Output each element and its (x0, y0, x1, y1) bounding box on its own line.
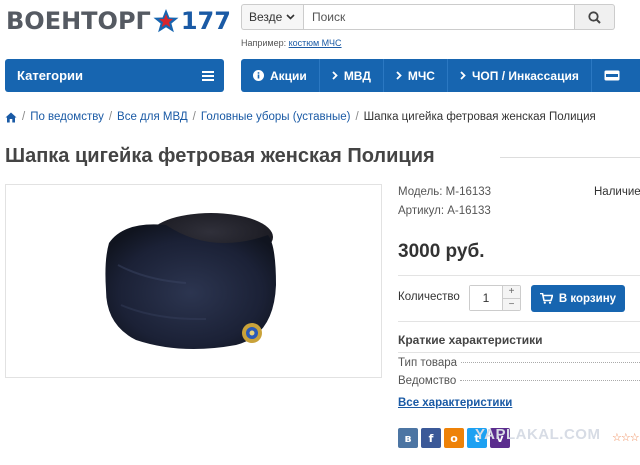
cart-icon (539, 293, 553, 304)
product-image-panel[interactable] (5, 184, 382, 378)
menu-label: МВД (343, 68, 371, 83)
menu-label: МЧС (407, 68, 435, 83)
main-menu: Акции МВД МЧС ЧОП / Инкассация (241, 59, 640, 92)
dotted-leader (461, 362, 640, 363)
characteristic-row: Тип товара (398, 357, 640, 369)
menu-item-chop[interactable]: ЧОП / Инкассация (448, 59, 592, 92)
divider (398, 352, 640, 353)
vk-icon[interactable]: в (398, 428, 418, 448)
breadcrumb-link[interactable]: По ведомству (30, 111, 104, 123)
logo-text: ВОЕНТОРГ (6, 7, 151, 35)
divider (398, 275, 640, 276)
characteristics-title: Краткие характеристики (398, 333, 543, 347)
hint-prefix: Например: (241, 38, 287, 48)
quantity-input[interactable] (470, 286, 502, 310)
home-icon[interactable] (5, 112, 17, 123)
categories-label: Категории (17, 68, 84, 83)
breadcrumb: / По ведомству / Все для МВД / Головные … (5, 111, 596, 123)
characteristic-row: Ведомство (398, 375, 640, 387)
logo-number: 177 (180, 7, 231, 35)
breadcrumb-separator: / (192, 111, 196, 123)
rating-stars: ☆☆☆ (612, 432, 640, 444)
product-image (105, 213, 276, 349)
cart-label: В корзину (558, 292, 617, 305)
dotted-leader (460, 380, 640, 381)
search-bar: Везде (241, 4, 615, 30)
all-characteristics-link[interactable]: Все характеристики (398, 397, 512, 409)
chevron-right-icon (460, 71, 466, 80)
search-icon (588, 10, 601, 24)
menu-item-mchs[interactable]: МЧС (384, 59, 448, 92)
breadcrumb-separator: / (355, 111, 359, 123)
menu-label: Акции (270, 68, 307, 83)
search-input[interactable] (303, 4, 575, 30)
page-title: Шапка цигейка фетровая женская Полиция (5, 145, 435, 167)
search-hint: Например: костюм МЧС (241, 38, 342, 48)
quantity-increase-button[interactable]: + (503, 286, 520, 299)
quantity-step-buttons: + − (502, 286, 520, 310)
search-scope-label: Везде (249, 10, 283, 24)
odnoklassniki-icon[interactable]: о (444, 428, 464, 448)
quantity-decrease-button[interactable]: − (503, 298, 520, 310)
product-model: Модель: М-16133 (398, 186, 492, 198)
breadcrumb-link[interactable]: Головные уборы (уставные) (201, 111, 351, 123)
product-availability: Наличие (594, 186, 640, 198)
menu-item-mvd[interactable]: МВД (320, 59, 384, 92)
quantity-label: Количество (398, 291, 460, 303)
watermark: YAPLAKAL.COM (475, 426, 601, 443)
logo[interactable]: ВОЕНТОРГ 177 (6, 6, 231, 36)
menu-item-payment[interactable] (592, 59, 632, 92)
visa-card-icon (604, 70, 620, 81)
menu-label: ЧОП / Инкассация (471, 68, 579, 83)
characteristic-label: Ведомство (398, 375, 457, 387)
chevron-down-icon (286, 14, 295, 20)
categories-button[interactable]: Категории (5, 59, 224, 92)
breadcrumb-separator: / (108, 111, 113, 123)
chevron-right-icon (332, 71, 338, 80)
add-to-cart-button[interactable]: В корзину (531, 285, 625, 312)
star-icon (153, 9, 179, 33)
breadcrumb-current: Шапка цигейка фетровая женская Полиция (363, 111, 596, 123)
breadcrumb-link[interactable]: Все для МВД (117, 111, 188, 123)
characteristic-label: Тип товара (398, 357, 458, 369)
product-price: 3000 руб. (398, 241, 485, 262)
search-button[interactable] (575, 4, 615, 30)
title-divider (500, 157, 640, 158)
breadcrumb-separator: / (22, 111, 26, 123)
menu-item-promo[interactable]: Акции (241, 59, 320, 92)
hamburger-icon (202, 70, 214, 81)
info-icon (253, 70, 264, 81)
divider (398, 321, 640, 322)
quantity-stepper: + − (469, 285, 521, 311)
facebook-icon[interactable]: f (421, 428, 441, 448)
hint-link[interactable]: костюм МЧС (289, 38, 342, 48)
product-article: Артикул: А-16133 (398, 205, 491, 217)
search-scope-select[interactable]: Везде (241, 4, 303, 30)
chevron-right-icon (396, 71, 402, 80)
